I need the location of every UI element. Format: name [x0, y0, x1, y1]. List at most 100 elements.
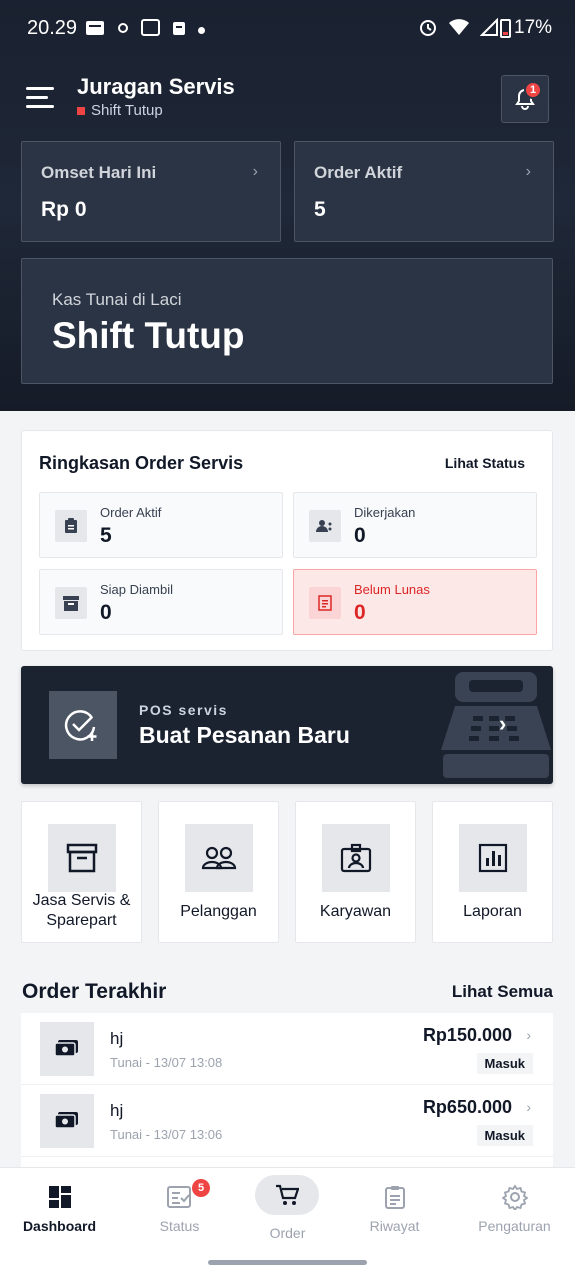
system-icons	[418, 17, 498, 37]
summary-item-label: Order Aktif	[100, 505, 162, 520]
summary-title: Ringkasan Order Servis	[39, 453, 244, 473]
menu-tile-employees[interactable]: Karyawan	[295, 801, 416, 943]
menu-tile-label: Jasa Servis & Sparepart	[32, 892, 131, 929]
summary-item-label: Siap Diambil	[100, 582, 173, 597]
status-icon	[166, 1183, 194, 1211]
summary-item-ready-pickup[interactable]: Siap Diambil 0	[39, 569, 283, 635]
pos-title: Buat Pesanan Baru	[139, 722, 350, 748]
bar-chart-icon	[459, 824, 527, 892]
chevron-right-icon: ›	[526, 1027, 531, 1043]
cash-drawer-card[interactable]: Kas Tunai di Laci Shift Tutup	[21, 258, 553, 384]
sync-icon	[118, 22, 128, 33]
notification-icons	[85, 19, 205, 36]
service-order-summary: Ringkasan Order Servis Lihat Status Orde…	[21, 430, 553, 651]
clock: 20.29	[27, 17, 78, 39]
order-meta: Tunai - 13/07 13:06	[110, 1127, 223, 1142]
more-notifications-dot	[198, 26, 205, 34]
active-orders-card[interactable]: Order Aktif 5 ›	[294, 141, 554, 242]
recent-orders-list: hj Tunai - 13/07 13:08 Rp150.000 › Masuk…	[21, 1013, 553, 1173]
nav-label: Dashboard	[22, 1218, 97, 1234]
history-icon	[381, 1183, 409, 1211]
battery-indicator: 17%	[500, 17, 552, 39]
revenue-today-label: Omset Hari Ini	[41, 163, 157, 182]
cash-icon	[40, 1022, 94, 1076]
cash-drawer-value: Shift Tutup	[52, 315, 245, 356]
hamburger-menu-button[interactable]	[26, 87, 54, 111]
menu-tile-label: Karyawan	[319, 903, 392, 920]
order-amount: Rp650.000	[422, 1097, 512, 1117]
menu-tile-label: Laporan	[463, 903, 522, 920]
nav-label: Pengaturan	[478, 1218, 551, 1234]
menu-tile-customers[interactable]: Pelanggan	[158, 801, 279, 943]
archive-icon	[55, 587, 87, 619]
order-status-badge: Masuk	[476, 1053, 533, 1074]
view-all-link[interactable]: Lihat Semua	[452, 982, 553, 1002]
order-row[interactable]: hj Tunai - 13/07 13:08 Rp150.000 › Masuk	[21, 1013, 553, 1085]
shift-status-indicator	[77, 106, 85, 115]
home-indicator[interactable]	[208, 1260, 367, 1265]
archive-icon	[48, 824, 116, 892]
nav-order[interactable]: Order	[230, 1168, 345, 1268]
summary-item-unpaid[interactable]: Belum Lunas 0	[293, 569, 537, 635]
summary-item-value: 0	[354, 524, 366, 547]
nav-history[interactable]: Riwayat	[337, 1168, 452, 1268]
nav-label: Status	[159, 1218, 200, 1234]
worker-icon	[309, 510, 341, 542]
view-status-link[interactable]: Lihat Status	[445, 455, 525, 471]
shift-status-label: Shift Tutup	[91, 102, 163, 119]
shift-status: Shift Tutup	[77, 102, 163, 119]
chevron-right-icon: ›	[525, 163, 531, 180]
system-status-bar: 20.29 17%	[0, 0, 575, 58]
order-meta: Tunai - 13/07 13:08	[110, 1055, 223, 1070]
menu-tile-services[interactable]: Jasa Servis & Sparepart	[21, 801, 142, 943]
order-customer: hj	[110, 1029, 124, 1048]
cash-register-icon	[441, 672, 551, 778]
id-badge-icon	[322, 824, 390, 892]
nav-label: Riwayat	[369, 1218, 420, 1234]
alarm-icon	[420, 20, 436, 36]
nav-dashboard[interactable]: Dashboard	[2, 1168, 117, 1268]
order-status-badge: Masuk	[476, 1125, 533, 1146]
nav-label: Order	[269, 1225, 306, 1241]
chevron-right-icon: ›	[499, 711, 507, 736]
summary-item-value: 0	[354, 601, 366, 624]
notification-badge: 1	[524, 81, 542, 99]
app-notification-icon	[86, 20, 104, 35]
battery-icon	[500, 18, 511, 38]
signal-icon	[480, 18, 498, 36]
summary-item-in-progress[interactable]: Dikerjakan 0	[293, 492, 537, 558]
add-order-icon	[49, 691, 117, 759]
menu-tile-label: Pelanggan	[180, 903, 257, 920]
new-order-banner[interactable]: POS servis Buat Pesanan Baru ›	[21, 666, 553, 784]
pos-subtitle: POS servis	[139, 702, 228, 718]
summary-item-label: Dikerjakan	[354, 505, 416, 520]
clipboard-icon	[55, 510, 87, 542]
recent-orders-title: Order Terakhir	[22, 980, 167, 1003]
order-customer: hj	[110, 1101, 124, 1120]
active-orders-label: Order Aktif	[314, 163, 403, 182]
summary-item-value: 0	[100, 601, 112, 624]
battery-level: 17%	[514, 17, 553, 38]
summary-item-label: Belum Lunas	[354, 582, 430, 597]
app-title: Juragan Servis	[77, 74, 235, 99]
summary-item-active-orders[interactable]: Order Aktif 5	[39, 492, 283, 558]
cash-drawer-label: Kas Tunai di Laci	[52, 290, 182, 309]
order-row[interactable]: hj Tunai - 13/07 13:06 Rp650.000 › Masuk	[21, 1085, 553, 1157]
revenue-today-value: Rp 0	[41, 198, 87, 221]
clipboard-notif-icon	[173, 21, 185, 35]
revenue-today-card[interactable]: Omset Hari Ini Rp 0 ›	[21, 141, 281, 242]
chevron-right-icon: ›	[252, 163, 258, 180]
status-badge: 5	[192, 1179, 210, 1197]
nav-status[interactable]: Status	[122, 1168, 237, 1268]
chevron-right-icon: ›	[526, 1099, 531, 1115]
active-orders-value: 5	[314, 198, 326, 221]
notification-button[interactable]: 1	[501, 75, 549, 123]
receipt-icon	[309, 587, 341, 619]
wifi-icon	[449, 19, 469, 35]
cash-icon	[40, 1094, 94, 1148]
gear-icon	[501, 1183, 529, 1211]
nav-settings[interactable]: Pengaturan	[457, 1168, 572, 1268]
screenshot-icon	[141, 19, 160, 36]
users-icon	[185, 824, 253, 892]
menu-tile-reports[interactable]: Laporan	[432, 801, 553, 943]
